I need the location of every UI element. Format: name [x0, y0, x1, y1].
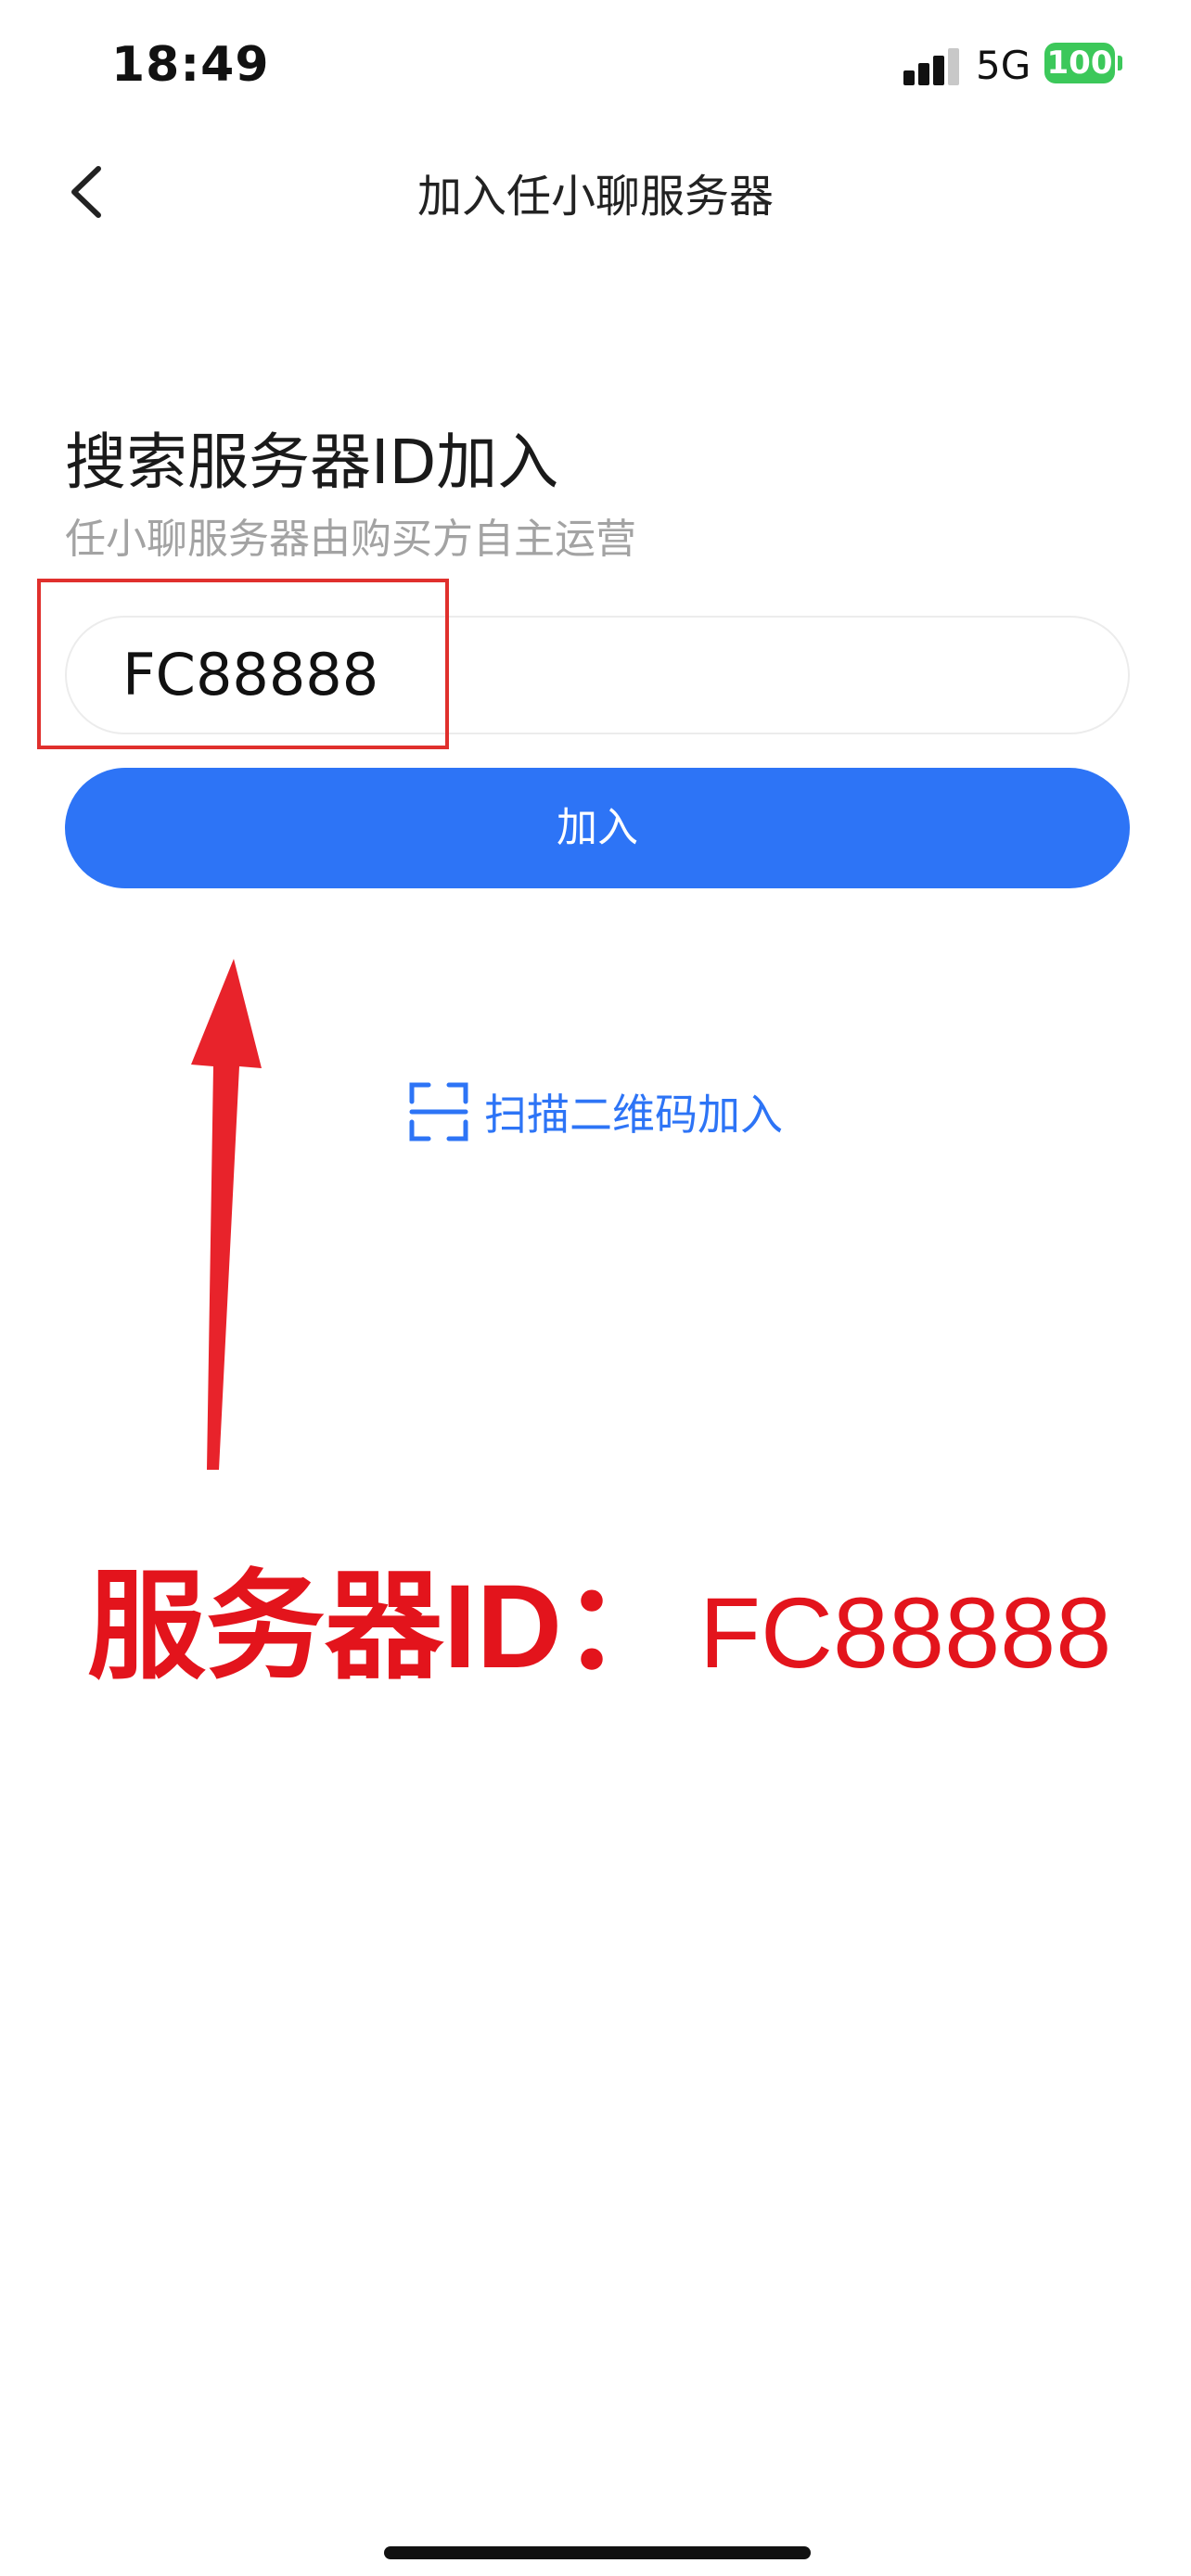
battery-tip	[1118, 56, 1122, 70]
annotation-text: 服务器ID： FC88888	[87, 1530, 1111, 1702]
annotation-arrow	[191, 959, 262, 1470]
scan-qr-join-link[interactable]: 扫描二维码加入	[408, 1079, 783, 1144]
scan-qr-icon	[409, 1082, 468, 1141]
chevron-left-icon	[71, 166, 101, 218]
battery-icon: 100	[1044, 43, 1115, 83]
annotation-value: FC88888	[699, 1576, 1112, 1689]
scan-qr-label: 扫描二维码加入	[484, 1090, 783, 1140]
annotation-highlight-box	[37, 579, 449, 749]
section-title: 搜索服务器ID加入	[65, 427, 559, 498]
annotation-label: 服务器ID：	[87, 1561, 682, 1693]
join-button[interactable]: 加入	[65, 768, 1130, 888]
cellular-signal-icon	[903, 48, 963, 85]
home-indicator	[384, 2546, 811, 2559]
status-time: 18:49	[111, 37, 270, 93]
network-type: 5G	[976, 43, 1031, 88]
section-subtitle: 任小聊服务器由购买方自主运营	[65, 516, 636, 563]
page-title: 加入任小聊服务器	[416, 171, 774, 223]
back-button[interactable]	[58, 159, 122, 224]
